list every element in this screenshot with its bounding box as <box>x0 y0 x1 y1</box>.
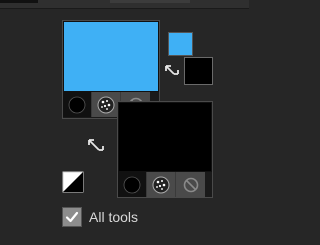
stroke-color-swatch[interactable] <box>118 102 212 172</box>
color-panel: All tools <box>0 0 249 245</box>
fill-color-swatch[interactable] <box>63 21 159 92</box>
none-mode-icon <box>183 177 198 192</box>
stroke-gradient-mode-button[interactable] <box>147 172 176 197</box>
gradient-mode-icon <box>97 96 115 113</box>
stroke-swatch-group <box>117 101 213 198</box>
mini-stroke-swatch[interactable] <box>184 57 213 85</box>
stroke-solid-mode-button[interactable] <box>118 172 147 197</box>
stroke-none-mode-button[interactable] <box>176 172 205 197</box>
mini-fill-swatch[interactable] <box>168 32 193 56</box>
panel-top-edge <box>0 0 249 9</box>
swap-colors-icon[interactable] <box>163 63 181 81</box>
default-colors-icon[interactable] <box>62 171 84 193</box>
all-tools-checkbox[interactable] <box>62 207 82 227</box>
gradient-mode-icon <box>152 176 170 193</box>
solid-color-mode-icon <box>68 96 86 113</box>
all-tools-label: All tools <box>89 209 139 225</box>
stroke-mode-row <box>118 172 205 197</box>
solid-color-mode-icon <box>123 176 141 193</box>
swap-colors-icon[interactable] <box>86 137 106 157</box>
checkmark-icon <box>65 211 79 223</box>
all-tools-option: All tools <box>62 207 138 227</box>
fill-solid-mode-button[interactable] <box>63 92 92 117</box>
